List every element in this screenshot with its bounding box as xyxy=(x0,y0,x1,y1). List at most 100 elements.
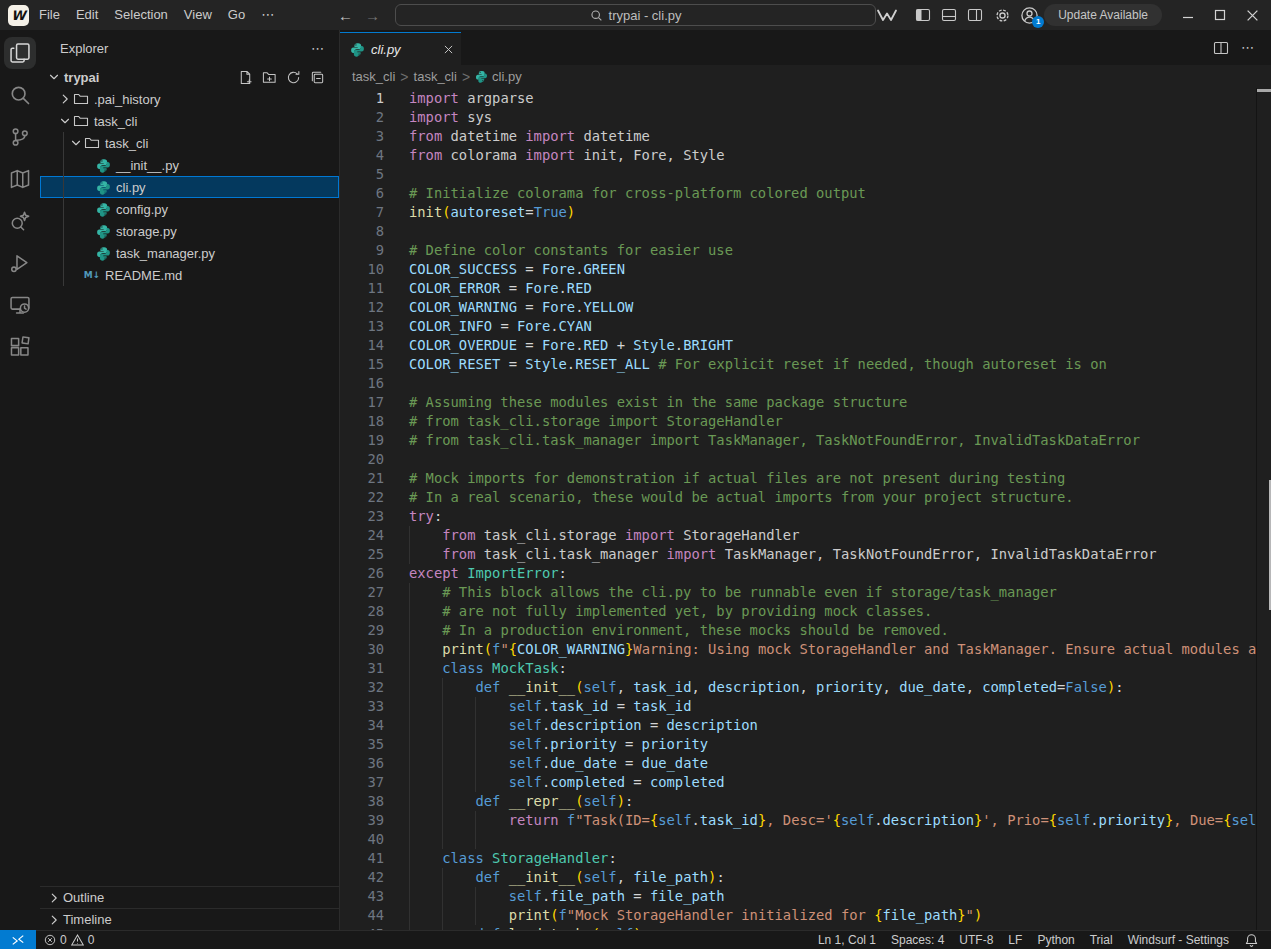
layout-sidebar-left-icon[interactable] xyxy=(915,7,931,23)
tree-item--pai-history[interactable]: .pai_history xyxy=(40,88,339,110)
line-number[interactable]: 4 xyxy=(340,146,384,165)
line-number[interactable]: 10 xyxy=(340,260,384,279)
line-number[interactable]: 27 xyxy=(340,583,384,602)
line-number[interactable]: 17 xyxy=(340,393,384,412)
code-line-29[interactable]: 29 # In a production environment, these … xyxy=(340,621,1271,640)
tree-item-storage-py[interactable]: storage.py xyxy=(40,220,339,242)
line-number[interactable]: 8 xyxy=(340,222,384,241)
breadcrumb-item-2[interactable]: cli.py xyxy=(475,69,522,84)
code-line-27[interactable]: 27 # This block allows the cli.py to be … xyxy=(340,583,1271,602)
code-line-30[interactable]: 30 print(f"{COLOR_WARNING}Warning: Using… xyxy=(340,640,1271,659)
breadcrumb-item-1[interactable]: task_cli xyxy=(414,69,457,84)
tree-item-cli-py[interactable]: cli.py xyxy=(40,176,339,198)
line-number[interactable]: 26 xyxy=(340,564,384,583)
code-line-35[interactable]: 35 self.priority = priority xyxy=(340,735,1271,754)
activity-item-remote-explorer[interactable] xyxy=(4,289,36,321)
code-line-17[interactable]: 17# Assuming these modules exist in the … xyxy=(340,393,1271,412)
tree-item-readme-md[interactable]: M↓README.md xyxy=(40,264,339,286)
activity-item-search[interactable] xyxy=(4,79,36,111)
line-number[interactable]: 21 xyxy=(340,469,384,488)
line-number[interactable]: 33 xyxy=(340,697,384,716)
line-number[interactable]: 7 xyxy=(340,203,384,222)
code-line-2[interactable]: 2import sys xyxy=(340,108,1271,127)
code-line-22[interactable]: 22# In a real scenario, these would be a… xyxy=(340,488,1271,507)
code-line-33[interactable]: 33 self.task_id = task_id xyxy=(340,697,1271,716)
code-line-31[interactable]: 31 class MockTask: xyxy=(340,659,1271,678)
collapse-all-icon[interactable] xyxy=(310,70,325,85)
settings-gear-icon[interactable] xyxy=(994,7,1011,24)
tree-item--init-py[interactable]: __init__.py xyxy=(40,154,339,176)
code-line-36[interactable]: 36 self.due_date = due_date xyxy=(340,754,1271,773)
code-line-44[interactable]: 44 print(f"Mock StorageHandler initializ… xyxy=(340,906,1271,925)
line-number[interactable]: 39 xyxy=(340,811,384,830)
code-line-5[interactable]: 5 xyxy=(340,165,1271,184)
status-python[interactable]: Python xyxy=(1037,933,1074,947)
line-number[interactable]: 2 xyxy=(340,108,384,127)
code-line-24[interactable]: 24 from task_cli.storage import StorageH… xyxy=(340,526,1271,545)
line-number[interactable]: 18 xyxy=(340,412,384,431)
activity-item-extensions[interactable] xyxy=(4,331,36,363)
split-editor-icon[interactable] xyxy=(1213,40,1229,56)
code-line-10[interactable]: 10COLOR_SUCCESS = Fore.GREEN xyxy=(340,260,1271,279)
line-number[interactable]: 31 xyxy=(340,659,384,678)
activity-item-run-lab[interactable] xyxy=(4,247,36,279)
line-number[interactable]: 1 xyxy=(340,89,384,108)
line-number[interactable]: 43 xyxy=(340,887,384,906)
activity-item-source-control[interactable] xyxy=(4,121,36,153)
menu-item-selection[interactable]: Selection xyxy=(106,0,175,30)
menu-item-edit[interactable]: Edit xyxy=(68,0,106,30)
line-number[interactable]: 40 xyxy=(340,830,384,849)
line-number[interactable]: 6 xyxy=(340,184,384,203)
line-number[interactable]: 41 xyxy=(340,849,384,868)
explorer-more-icon[interactable]: ⋯ xyxy=(311,41,325,56)
code-line-14[interactable]: 14COLOR_OVERDUE = Fore.RED + Style.BRIGH… xyxy=(340,336,1271,355)
code-line-25[interactable]: 25 from task_cli.task_manager import Tas… xyxy=(340,545,1271,564)
code-line-21[interactable]: 21# Mock imports for demonstration if ac… xyxy=(340,469,1271,488)
tree-item-trypai[interactable]: trypai xyxy=(40,66,339,88)
line-number[interactable]: 11 xyxy=(340,279,384,298)
tree-item-config-py[interactable]: config.py xyxy=(40,198,339,220)
line-number[interactable]: 34 xyxy=(340,716,384,735)
line-number[interactable]: 14 xyxy=(340,336,384,355)
sidebar-section-timeline[interactable]: Timeline xyxy=(40,908,339,930)
menu-item-[interactable]: ⋯ xyxy=(253,0,282,30)
line-number[interactable]: 9 xyxy=(340,241,384,260)
code-area[interactable]: 1import argparse2import sys3from datetim… xyxy=(340,88,1271,930)
new-folder-icon[interactable] xyxy=(262,70,277,85)
tab-cli-py[interactable]: cli.py xyxy=(340,32,461,65)
code-line-40[interactable]: 40 xyxy=(340,830,1271,849)
code-line-15[interactable]: 15COLOR_RESET = Style.RESET_ALL # For ex… xyxy=(340,355,1271,374)
layout-sidebar-right-icon[interactable] xyxy=(967,7,983,23)
line-number[interactable]: 28 xyxy=(340,602,384,621)
code-line-4[interactable]: 4from colorama import init, Fore, Style xyxy=(340,146,1271,165)
menu-item-file[interactable]: File xyxy=(31,0,68,30)
code-line-13[interactable]: 13COLOR_INFO = Fore.CYAN xyxy=(340,317,1271,336)
bell-icon[interactable] xyxy=(1244,933,1259,948)
code-line-6[interactable]: 6# Initialize colorama for cross-platfor… xyxy=(340,184,1271,203)
code-line-1[interactable]: 1import argparse xyxy=(340,89,1271,108)
code-line-37[interactable]: 37 self.completed = completed xyxy=(340,773,1271,792)
code-line-34[interactable]: 34 self.description = description xyxy=(340,716,1271,735)
account-icon[interactable]: 1 xyxy=(1020,6,1039,25)
tab-close-icon[interactable] xyxy=(444,45,453,54)
line-number[interactable]: 30 xyxy=(340,640,384,659)
update-available-button[interactable]: Update Available xyxy=(1044,4,1162,26)
status-lf[interactable]: LF xyxy=(1008,933,1022,947)
minimize-button[interactable] xyxy=(1182,9,1194,21)
layout-panel-icon[interactable] xyxy=(941,7,957,23)
activity-item-explorer[interactable] xyxy=(4,37,36,69)
refresh-icon[interactable] xyxy=(286,70,301,85)
remote-indicator[interactable] xyxy=(0,930,36,949)
menu-item-go[interactable]: Go xyxy=(220,0,253,30)
code-line-7[interactable]: 7init(autoreset=True) xyxy=(340,203,1271,222)
status-spaces-4[interactable]: Spaces: 4 xyxy=(891,933,944,947)
breadcrumb-item-0[interactable]: task_cli xyxy=(352,69,395,84)
new-file-icon[interactable] xyxy=(238,70,253,85)
code-line-26[interactable]: 26except ImportError: xyxy=(340,564,1271,583)
code-line-41[interactable]: 41 class StorageHandler: xyxy=(340,849,1271,868)
code-line-38[interactable]: 38 def __repr__(self): xyxy=(340,792,1271,811)
activity-item-map[interactable] xyxy=(4,163,36,195)
line-number[interactable]: 29 xyxy=(340,621,384,640)
line-number[interactable]: 20 xyxy=(340,450,384,469)
code-line-18[interactable]: 18# from task_cli.storage import Storage… xyxy=(340,412,1271,431)
